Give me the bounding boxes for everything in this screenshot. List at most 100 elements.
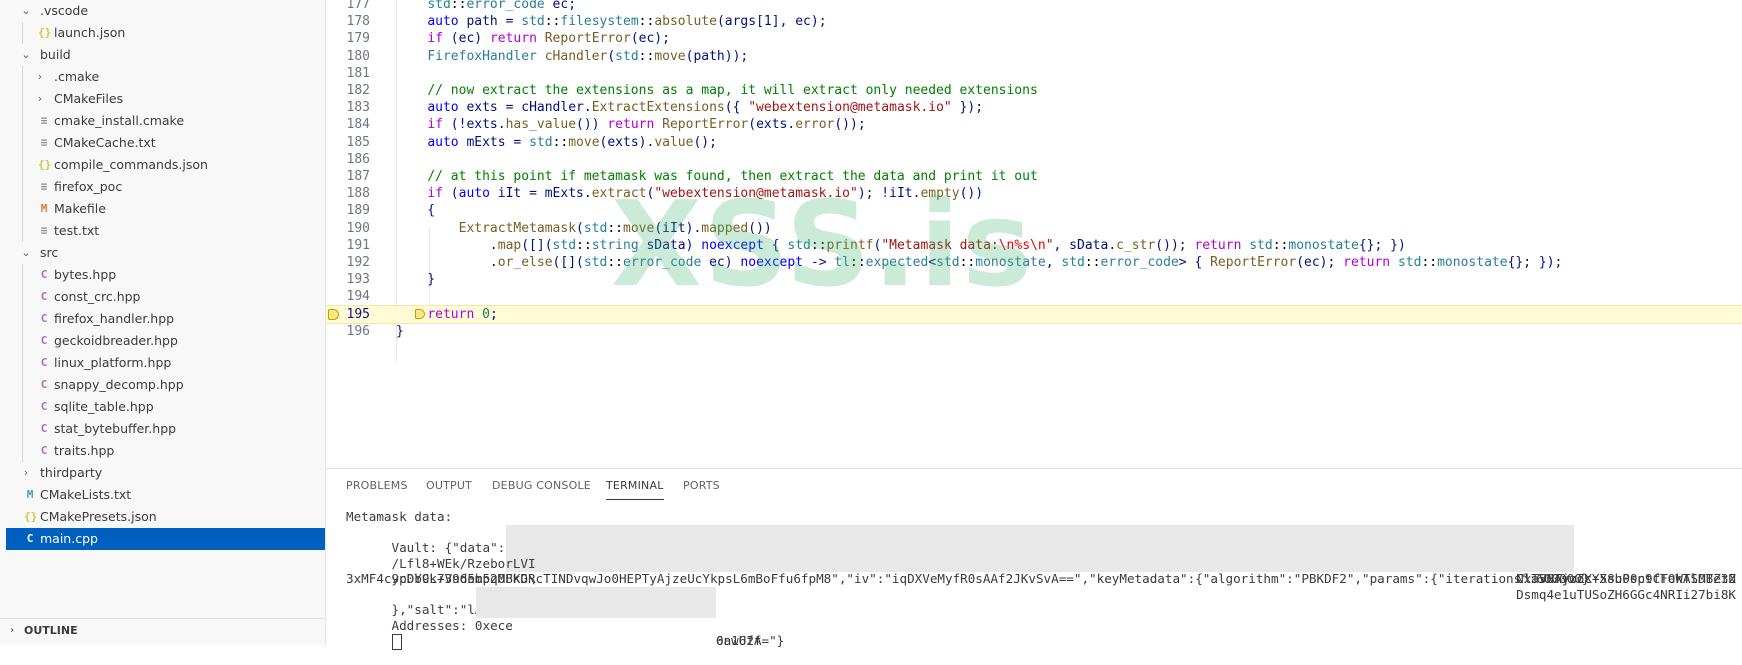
outline-label: OUTLINE xyxy=(24,624,78,637)
code-token: absolute xyxy=(654,14,717,30)
code-line[interactable]: 184 if (!exts.has_value()) return Report… xyxy=(326,115,1742,134)
chevron-down-icon: ⌄ xyxy=(21,48,31,61)
tree-item-label: CMakePresets.json xyxy=(40,509,157,524)
code-token: (ec) xyxy=(442,31,490,47)
code-line[interactable]: 183 auto exts = cHandler.ExtractExtensio… xyxy=(326,98,1742,117)
code-line[interactable]: 179 if (ec) return ReportError(ec); xyxy=(326,29,1742,48)
code-text: // at this point if metamask was found, … xyxy=(396,167,1038,186)
tree-item[interactable]: Cgeckoidbreader.hpp xyxy=(6,330,325,352)
code-line[interactable]: 194 xyxy=(326,287,1742,306)
tree-item[interactable]: ≡ test.txt xyxy=(6,220,325,242)
tree-item[interactable]: Csnappy_decomp.hpp xyxy=(6,374,325,396)
tree-item[interactable]: ≡ firefox_poc xyxy=(6,176,325,198)
code-token: auto xyxy=(427,14,459,30)
tree-item[interactable]: ≡ CMakeCache.txt xyxy=(6,132,325,154)
code-token: ); !iIt. xyxy=(857,186,921,202)
panel-tab-terminal[interactable]: TERMINAL xyxy=(606,479,664,500)
code-token: { xyxy=(763,237,788,253)
code-line[interactable]: 186 xyxy=(326,150,1742,169)
terminal-output[interactable]: Metamask data: Vault: {"data":"PBU NxTV8… xyxy=(346,509,1736,650)
code-text: if (auto iIt = mExts.extract("webextensi… xyxy=(396,184,983,203)
tree-item[interactable]: ≡ cmake_install.cmake xyxy=(6,110,325,132)
tree-item-label: main.cpp xyxy=(40,531,98,546)
code-line[interactable]: 191 .map([](std::string sData) noexcept … xyxy=(326,236,1742,255)
tree-item[interactable]: › .cmake xyxy=(6,66,325,88)
code-line[interactable]: 182 // now extract the extensions as a m… xyxy=(326,81,1742,100)
chevron-right-icon: › xyxy=(37,70,43,83)
code-token: :: xyxy=(1421,255,1438,270)
code-token: ( xyxy=(576,220,584,236)
code-token: {}; }) xyxy=(1358,237,1406,253)
code-token: :: xyxy=(810,237,827,253)
code-line[interactable]: 178 auto path = std::filesystem::absolut… xyxy=(326,12,1742,31)
panel-tabs: PROBLEMS OUTPUT DEBUG CONSOLE TERMINAL PORTS xyxy=(326,469,1742,503)
code-line[interactable]: 193 } xyxy=(326,270,1742,289)
tree-item[interactable]: M CMakeLists.txt xyxy=(6,484,325,506)
outline-section-header[interactable]: › OUTLINE xyxy=(0,618,325,643)
cpp-file-icon: C xyxy=(40,334,48,347)
code-line[interactable]: 185 auto mExts = std::move(exts).value()… xyxy=(326,133,1742,152)
cpp-file-icon: C xyxy=(40,400,48,413)
code-token: > { xyxy=(1178,255,1211,270)
code-token: std xyxy=(1061,255,1085,270)
tree-item[interactable]: {} compile_commands.json xyxy=(6,154,325,176)
code-line[interactable]: 180 FirefoxHandler cHandler(std::move(pa… xyxy=(326,47,1742,66)
code-token: :: xyxy=(1272,237,1289,253)
code-token: (exts. xyxy=(748,117,796,133)
tree-item[interactable]: › thirdparty xyxy=(6,462,325,484)
terminal-cursor xyxy=(391,633,402,650)
tree-item-label: launch.json xyxy=(54,25,126,40)
code-line[interactable]: 196} xyxy=(326,322,1742,341)
tree-item[interactable]: Csqlite_table.hpp xyxy=(6,396,325,418)
code-line[interactable]: 195 return 0; xyxy=(326,304,1742,324)
code-line[interactable]: 189 { xyxy=(326,201,1742,220)
tree-item[interactable]: Cconst_crc.hpp xyxy=(6,286,325,308)
tree-item[interactable]: Cmain.cpp xyxy=(6,528,325,550)
tree-item[interactable]: ⌄ src xyxy=(6,242,325,264)
line-number: 196 xyxy=(346,323,370,339)
tree-item[interactable]: Cfirefox_handler.hpp xyxy=(6,308,325,330)
tree-item-label: src xyxy=(40,245,59,260)
tree-item[interactable]: {} launch.json xyxy=(6,22,325,44)
code-token: -> xyxy=(803,255,835,270)
panel-tab-ports[interactable]: PORTS xyxy=(683,479,720,499)
tree-item-label: sqlite_table.hpp xyxy=(54,399,154,414)
code-token: expected xyxy=(865,255,929,270)
code-line[interactable]: 187 // at this point if metamask was fou… xyxy=(326,167,1742,186)
tree-item[interactable]: {} CMakePresets.json xyxy=(6,506,325,528)
tree-item[interactable]: ⌄ .vscode xyxy=(6,0,325,22)
code-token: std xyxy=(552,237,577,253)
code-line[interactable]: 188 if (auto iIt = mExts.extract("webext… xyxy=(326,184,1742,203)
code-line[interactable]: 192 .or_else([](std::error_code ec) noex… xyxy=(326,253,1742,272)
code-token: sData) xyxy=(638,237,702,253)
code-editor[interactable]: 177 std::error_code ec; 178 auto path = s… xyxy=(326,0,1742,468)
code-token: "Metamask data: xyxy=(881,237,999,253)
tree-item[interactable]: ⌄ build xyxy=(6,44,325,66)
tree-item[interactable]: Cbytes.hpp xyxy=(6,264,325,286)
code-line[interactable]: 181 xyxy=(326,64,1742,83)
code-token: error_code xyxy=(623,255,702,270)
code-token: (path)); xyxy=(685,48,749,64)
panel-tab-problems[interactable]: PROBLEMS xyxy=(346,479,408,499)
tree-item[interactable]: M Makefile xyxy=(6,198,325,220)
code-token: ({ xyxy=(724,100,749,116)
tree-item[interactable]: Ctraits.hpp xyxy=(6,440,325,462)
tree-item[interactable]: Cstat_bytebuffer.hpp xyxy=(6,418,325,440)
code-token: ExtractExtensions xyxy=(591,100,725,116)
panel-tab-debug-console[interactable]: DEBUG CONSOLE xyxy=(492,479,591,499)
tree-item-label: traits.hpp xyxy=(54,443,115,458)
code-token: // at this point if metamask was found, … xyxy=(427,169,1038,184)
code-token: cHandler xyxy=(544,48,608,64)
tree-item[interactable]: Clinux_platform.hpp xyxy=(6,352,325,374)
text-file-icon: ≡ xyxy=(40,136,48,149)
chevron-down-icon: ⌄ xyxy=(21,246,31,259)
code-line[interactable]: 190 ExtractMetamask(std::move(iIt).mappe… xyxy=(326,219,1742,238)
tree-item[interactable]: › CMakeFiles xyxy=(6,88,325,110)
cpp-file-icon: C xyxy=(40,444,48,457)
code-token: mExts = xyxy=(458,134,530,150)
code-token: std xyxy=(583,220,608,236)
panel-tab-output[interactable]: OUTPUT xyxy=(426,479,472,499)
line-number: 195 xyxy=(346,306,370,322)
